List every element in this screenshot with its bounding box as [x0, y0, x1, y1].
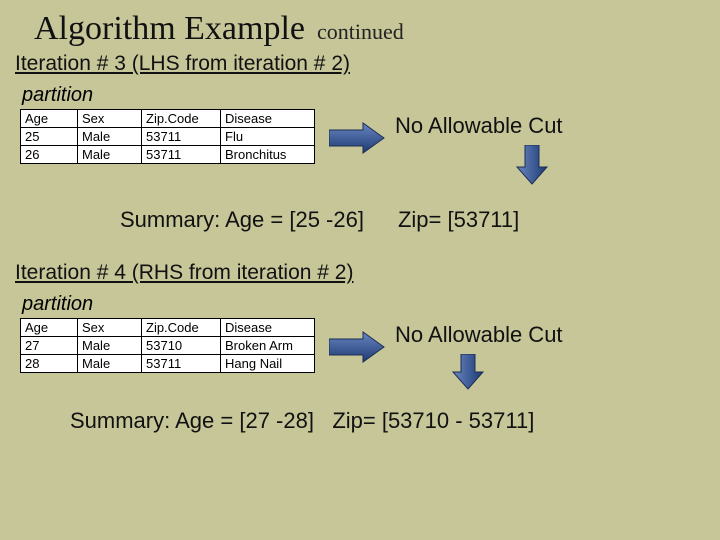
table-row: 26 Male 53711 Bronchitus	[21, 146, 315, 164]
arrow-down-icon	[451, 354, 485, 390]
page-title: Algorithm Example	[34, 10, 305, 47]
iteration-3-summary: Summary: Age = [25 -26] Zip= [53711]	[0, 207, 720, 233]
table-row: 27 Male 53710 Broken Arm	[21, 337, 315, 355]
arrow-down-icon	[515, 145, 549, 185]
no-allowable-cut-3: No Allowable Cut	[395, 113, 563, 139]
iteration-3-table: Age Sex Zip.Code Disease 25 Male 53711 F…	[20, 109, 315, 164]
partition-label-4: partition	[0, 293, 720, 316]
table-row: 25 Male 53711 Flu	[21, 128, 315, 146]
table-header: Disease	[221, 319, 315, 337]
iteration-4-right: No Allowable Cut	[395, 318, 563, 390]
partition-label-3: partition	[0, 84, 720, 107]
table-row: 28 Male 53711 Hang Nail	[21, 355, 315, 373]
iteration-3-header: Iteration # 3 (LHS from iteration # 2)	[0, 50, 720, 82]
arrow-right-icon	[329, 121, 385, 155]
iteration-4-table: Age Sex Zip.Code Disease 27 Male 53710 B…	[20, 318, 315, 373]
no-allowable-cut-4: No Allowable Cut	[395, 322, 563, 348]
table-header: Sex	[78, 110, 142, 128]
zip-text: Zip= [53710 - 53711]	[332, 408, 534, 433]
arrow-right-icon	[329, 330, 385, 364]
table-header: Age	[21, 110, 78, 128]
iteration-3-right: No Allowable Cut	[395, 109, 563, 185]
table-header: Age	[21, 319, 78, 337]
title-row: Algorithm Example continued	[0, 0, 720, 50]
summary-text: Summary: Age = [25 -26]	[120, 207, 364, 232]
table-header: Disease	[221, 110, 315, 128]
table-header: Zip.Code	[142, 110, 221, 128]
table-header: Sex	[78, 319, 142, 337]
iteration-4-summary: Summary: Age = [27 -28] Zip= [53710 - 53…	[0, 408, 720, 434]
summary-text: Summary: Age = [27 -28]	[70, 408, 314, 433]
table-header: Zip.Code	[142, 319, 221, 337]
iteration-4-row: Age Sex Zip.Code Disease 27 Male 53710 B…	[0, 318, 720, 390]
page-subtitle: continued	[317, 19, 404, 44]
iteration-3-row: Age Sex Zip.Code Disease 25 Male 53711 F…	[0, 109, 720, 185]
zip-text: Zip= [53711]	[398, 207, 519, 232]
iteration-4-header: Iteration # 4 (RHS from iteration # 2)	[0, 259, 720, 291]
